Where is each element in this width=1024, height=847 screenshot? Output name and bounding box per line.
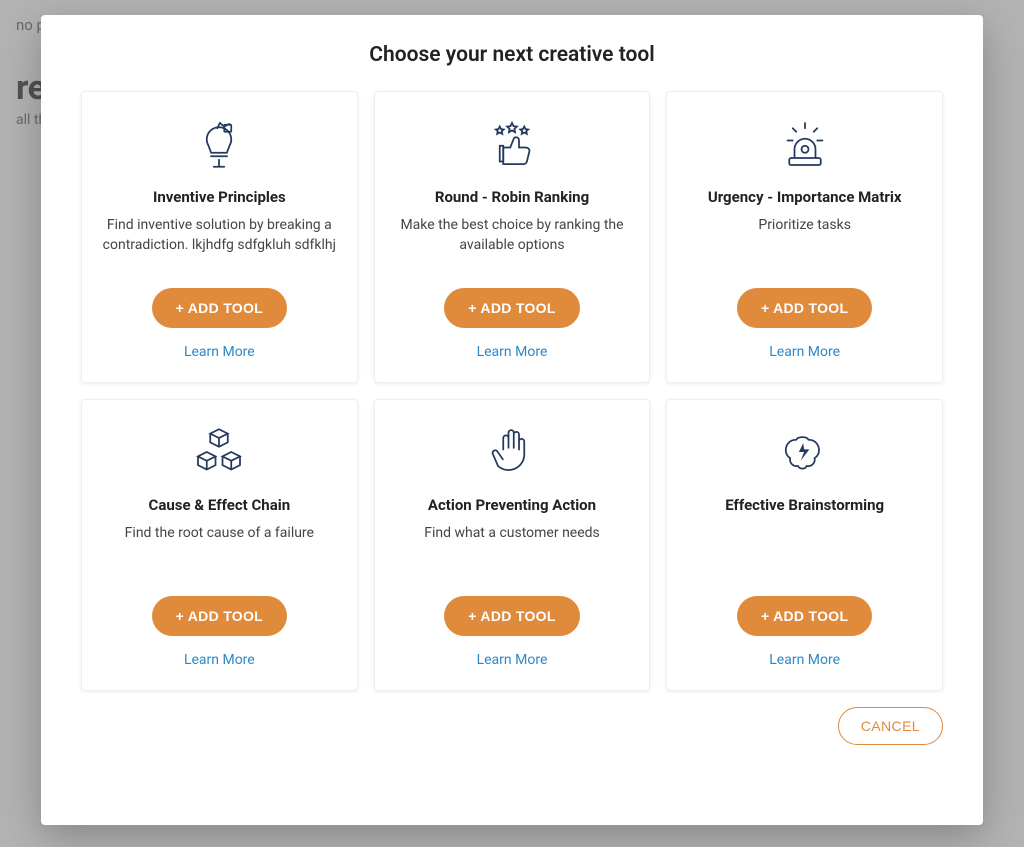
cancel-button[interactable]: CANCEL — [838, 707, 943, 745]
tool-card-inventive-principles: Inventive Principles Find inventive solu… — [81, 91, 358, 383]
tool-card-desc: Find what a customer needs — [424, 524, 600, 544]
learn-more-link[interactable]: Learn More — [184, 344, 255, 360]
tool-card-title: Cause & Effect Chain — [149, 496, 291, 514]
modal-overlay[interactable]: Choose your next creative tool Inventive… — [0, 0, 1024, 847]
tool-card-action-preventing-action: Action Preventing Action Find what a cus… — [374, 399, 651, 691]
tool-card-desc: Make the best choice by ranking the avai… — [391, 216, 634, 255]
tool-card-title: Urgency - Importance Matrix — [708, 188, 902, 206]
learn-more-link[interactable]: Learn More — [769, 344, 840, 360]
tool-card-desc: Find the root cause of a failure — [125, 524, 314, 544]
thumbs-up-stars-icon — [482, 114, 542, 174]
tool-card-title: Effective Brainstorming — [725, 496, 884, 514]
add-tool-button[interactable]: + ADD TOOL — [444, 288, 579, 328]
add-tool-button[interactable]: + ADD TOOL — [737, 288, 872, 328]
learn-more-link[interactable]: Learn More — [184, 652, 255, 668]
add-tool-button[interactable]: + ADD TOOL — [152, 288, 287, 328]
tool-card-desc: Prioritize tasks — [758, 216, 851, 236]
tool-card-title: Inventive Principles — [153, 188, 286, 206]
learn-more-link[interactable]: Learn More — [477, 344, 548, 360]
hand-stop-icon — [482, 422, 542, 482]
tool-card-title: Action Preventing Action — [428, 496, 596, 514]
siren-icon — [775, 114, 835, 174]
dialog-footer: CANCEL — [81, 707, 943, 745]
tool-card-cause-effect-chain: Cause & Effect Chain Find the root cause… — [81, 399, 358, 691]
add-tool-button[interactable]: + ADD TOOL — [152, 596, 287, 636]
dialog-title: Choose your next creative tool — [81, 43, 943, 67]
choose-tool-dialog: Choose your next creative tool Inventive… — [41, 15, 983, 825]
add-tool-button[interactable]: + ADD TOOL — [444, 596, 579, 636]
tool-card-desc: Find inventive solution by breaking a co… — [98, 216, 341, 255]
tool-card-urgency-importance-matrix: Urgency - Importance Matrix Prioritize t… — [666, 91, 943, 383]
cubes-icon — [189, 422, 249, 482]
tool-card-title: Round - Robin Ranking — [435, 188, 589, 206]
learn-more-link[interactable]: Learn More — [477, 652, 548, 668]
brain-lightning-icon — [775, 422, 835, 482]
tool-card-round-robin-ranking: Round - Robin Ranking Make the best choi… — [374, 91, 651, 383]
learn-more-link[interactable]: Learn More — [769, 652, 840, 668]
tool-card-effective-brainstorming: Effective Brainstorming + ADD TOOL Learn… — [666, 399, 943, 691]
add-tool-button[interactable]: + ADD TOOL — [737, 596, 872, 636]
tool-card-grid: Inventive Principles Find inventive solu… — [81, 91, 943, 691]
lightbulb-puzzle-icon — [189, 114, 249, 174]
